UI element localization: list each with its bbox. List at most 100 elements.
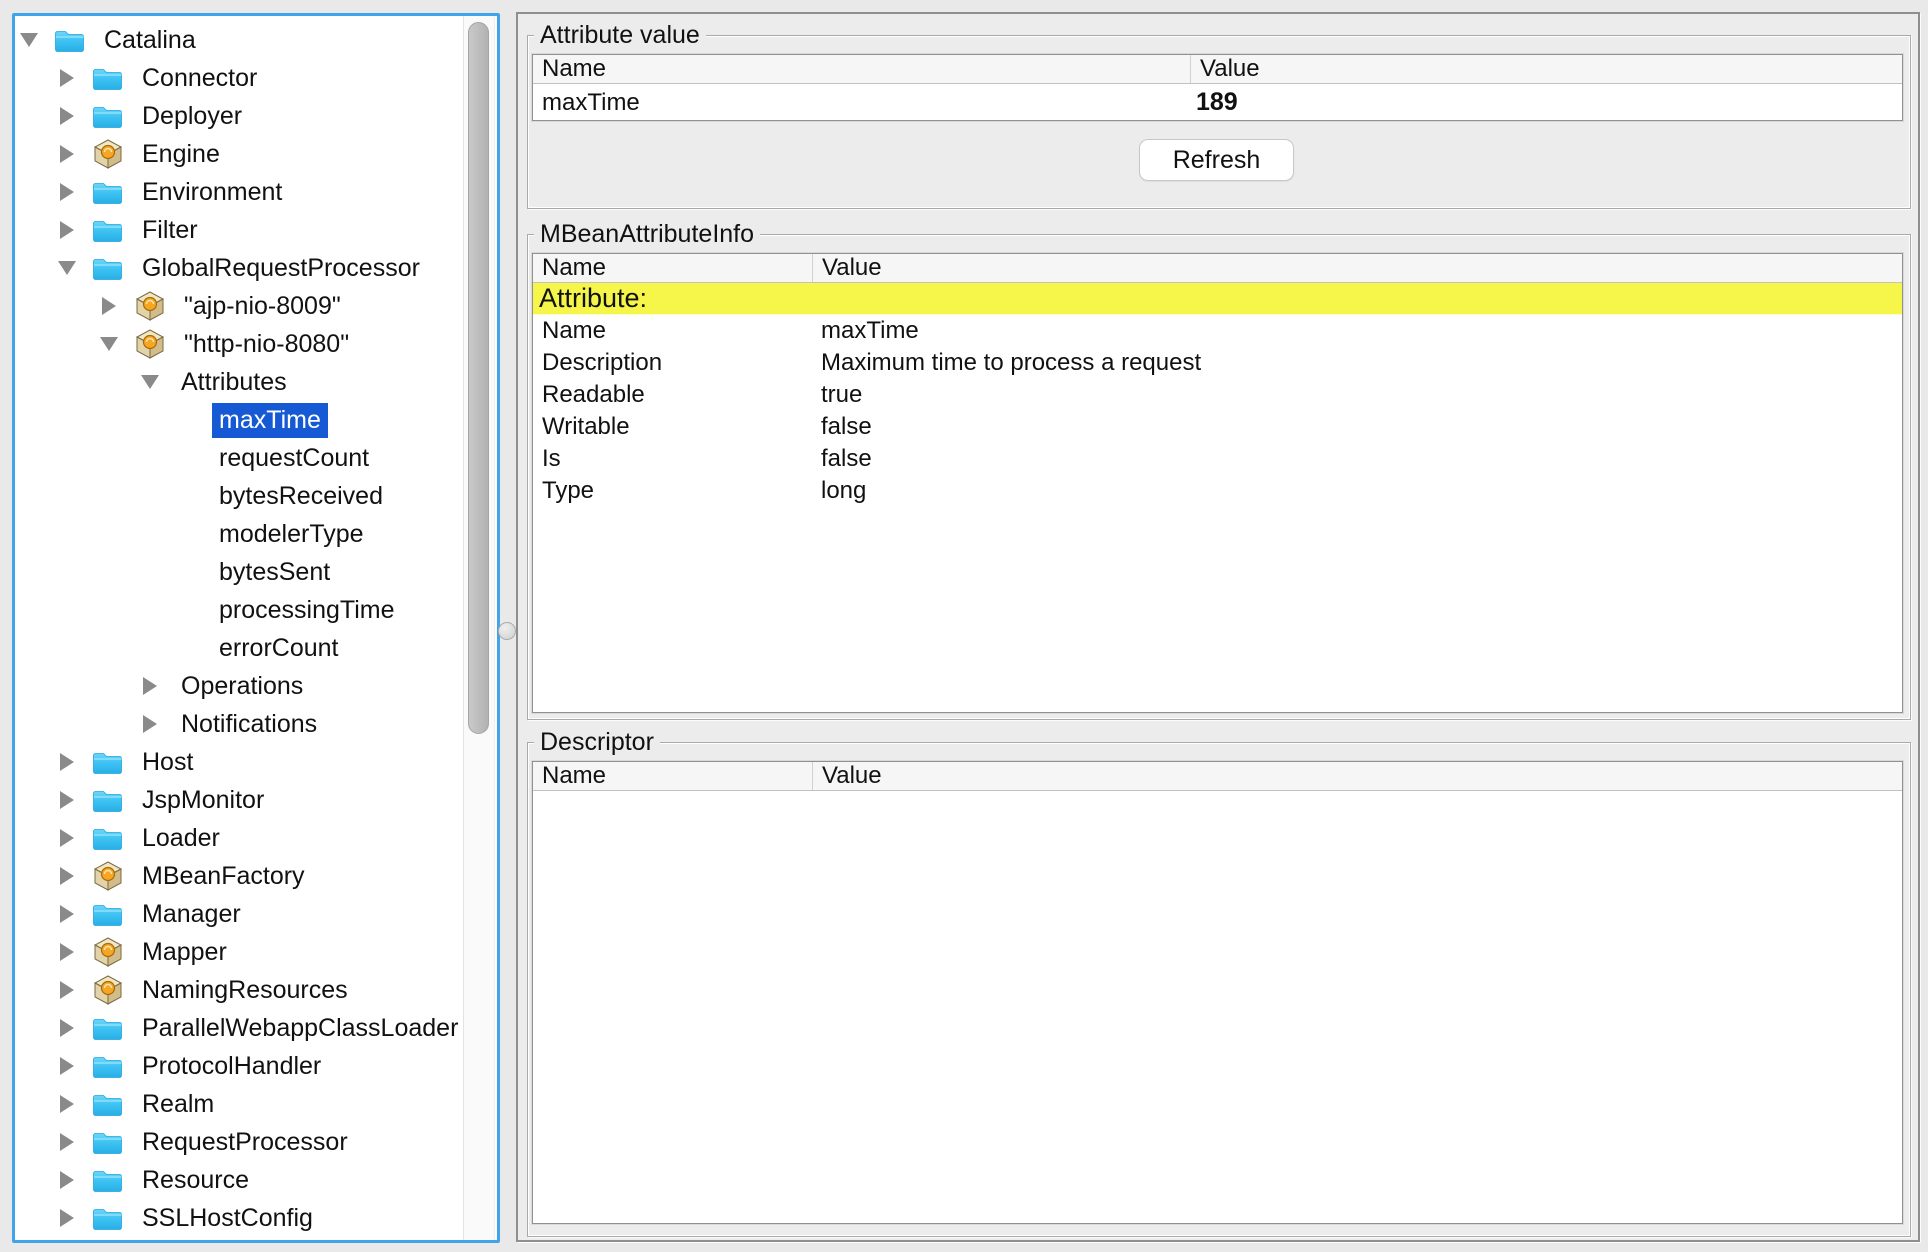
tree-item-label[interactable]: Mapper — [135, 935, 234, 970]
tree-expander-collapsed-icon[interactable] — [55, 1133, 79, 1151]
tree-item-bytesreceived[interactable]: bytesReceived — [15, 477, 463, 515]
tree-item-errorcount[interactable]: errorCount — [15, 629, 463, 667]
tree-item-label[interactable]: Realm — [135, 1087, 221, 1122]
tree-expander-collapsed-icon[interactable] — [55, 791, 79, 809]
tree-expander-collapsed-icon[interactable] — [55, 145, 79, 163]
tree-item-label[interactable]: ProtocolHandler — [135, 1049, 328, 1084]
tree-item-catalina[interactable]: Catalina — [15, 21, 463, 59]
tree-item-label[interactable]: "ajp-nio-8009" — [177, 289, 348, 324]
tree-expander-collapsed-icon[interactable] — [55, 1171, 79, 1189]
highlighted-row-name-cell[interactable]: Attribute: — [533, 283, 813, 314]
value-cell[interactable]: false — [813, 443, 1902, 475]
tree-expander-collapsed-icon[interactable] — [55, 753, 79, 771]
tree-item-namingresources[interactable]: NamingResources — [15, 971, 463, 1009]
tree-item-processingtime[interactable]: processingTime — [15, 591, 463, 629]
tree-scrollbar[interactable] — [463, 16, 495, 1240]
tree-item-resource[interactable]: Resource — [15, 1161, 463, 1199]
tree-expander-collapsed-icon[interactable] — [138, 677, 162, 695]
tree-item-label[interactable]: "http-nio-8080" — [177, 327, 356, 362]
tree-item-bytessent[interactable]: bytesSent — [15, 553, 463, 591]
tree-item-attributes[interactable]: Attributes — [15, 363, 463, 401]
name-cell[interactable]: Is — [533, 443, 813, 475]
tree-item-http-nio-8080[interactable]: "http-nio-8080" — [15, 325, 463, 363]
tree-item-label[interactable]: Resource — [135, 1163, 256, 1198]
refresh-button[interactable]: Refresh — [1139, 139, 1294, 181]
tree-item-label[interactable]: requestCount — [212, 441, 376, 476]
tree-expander-collapsed-icon[interactable] — [55, 905, 79, 923]
tree-item-protocolhandler[interactable]: ProtocolHandler — [15, 1047, 463, 1085]
tree-item-label[interactable]: bytesSent — [212, 555, 337, 590]
tree-item-label[interactable]: Notifications — [174, 707, 324, 742]
tree-item-parallelwebappclassloader[interactable]: ParallelWebappClassLoader — [15, 1009, 463, 1047]
tree-item-label[interactable]: Attributes — [174, 365, 294, 400]
highlighted-attribute-row[interactable]: Attribute: — [533, 283, 1902, 315]
tree-item-label[interactable]: Manager — [135, 897, 248, 932]
highlighted-row-value-cell[interactable] — [813, 283, 1902, 314]
tree-item-label[interactable]: GlobalRequestProcessor — [135, 251, 427, 286]
name-cell[interactable]: Writable — [533, 411, 813, 443]
attribute-name-cell[interactable]: maxTime — [533, 84, 1191, 121]
tree-item-requestcount[interactable]: requestCount — [15, 439, 463, 477]
tree-expander-collapsed-icon[interactable] — [55, 107, 79, 125]
tree-item-loader[interactable]: Loader — [15, 819, 463, 857]
tree-item-requestprocessor[interactable]: RequestProcessor — [15, 1123, 463, 1161]
tree-expander-collapsed-icon[interactable] — [55, 183, 79, 201]
tree-expander-expanded-icon[interactable] — [17, 33, 41, 47]
tree-expander-expanded-icon[interactable] — [97, 337, 121, 351]
tree-item-realm[interactable]: Realm — [15, 1085, 463, 1123]
tree-item-connector[interactable]: Connector — [15, 59, 463, 97]
tree-item-mapper[interactable]: Mapper — [15, 933, 463, 971]
value-cell[interactable]: false — [813, 411, 1902, 443]
tree-item-operations[interactable]: Operations — [15, 667, 463, 705]
tree-item-label[interactable]: errorCount — [212, 631, 346, 666]
table-row[interactable]: Writablefalse — [533, 411, 1902, 443]
column-header-value[interactable]: Value — [1191, 55, 1902, 83]
column-header-name[interactable]: Name — [533, 254, 813, 282]
tree-expander-expanded-icon[interactable] — [55, 261, 79, 275]
tree-item-label[interactable]: Connector — [135, 61, 264, 96]
table-row[interactable]: Isfalse — [533, 443, 1902, 475]
tree-item-modelertype[interactable]: modelerType — [15, 515, 463, 553]
tree-item-mbeanfactory[interactable]: MBeanFactory — [15, 857, 463, 895]
tree-item-label[interactable]: Loader — [135, 821, 227, 856]
tree-item-label[interactable]: Filter — [135, 213, 205, 248]
tree-item-deployer[interactable]: Deployer — [15, 97, 463, 135]
tree-expander-expanded-icon[interactable] — [138, 375, 162, 389]
tree-item-host[interactable]: Host — [15, 743, 463, 781]
tree-expander-collapsed-icon[interactable] — [55, 1057, 79, 1075]
value-cell[interactable]: true — [813, 379, 1902, 411]
tree-scrollbar-thumb[interactable] — [468, 22, 489, 734]
tree-item-label[interactable]: SSLHostConfig — [135, 1201, 320, 1236]
name-cell[interactable]: Description — [533, 347, 813, 379]
value-cell[interactable]: maxTime — [813, 315, 1902, 347]
splitpane-divider-knob[interactable] — [498, 622, 516, 640]
tree-item-label[interactable]: RequestProcessor — [135, 1125, 355, 1160]
tree-item-label[interactable]: processingTime — [212, 593, 402, 628]
tree-expander-collapsed-icon[interactable] — [55, 981, 79, 999]
tree-item-engine[interactable]: Engine — [15, 135, 463, 173]
table-row[interactable]: Typelong — [533, 475, 1902, 507]
value-cell[interactable]: long — [813, 475, 1902, 507]
tree-expander-collapsed-icon[interactable] — [55, 221, 79, 239]
column-header-value[interactable]: Value — [813, 254, 1902, 282]
tree-item-label[interactable]: bytesReceived — [212, 479, 390, 514]
column-header-name[interactable]: Name — [533, 762, 813, 790]
tree-item-environment[interactable]: Environment — [15, 173, 463, 211]
table-row[interactable]: NamemaxTime — [533, 315, 1902, 347]
tree-item-label[interactable]: modelerType — [212, 517, 371, 552]
tree-item-label[interactable]: Host — [135, 745, 200, 780]
tree-expander-collapsed-icon[interactable] — [55, 1019, 79, 1037]
table-row[interactable]: maxTime 189 — [533, 84, 1902, 121]
tree-item-notifications[interactable]: Notifications — [15, 705, 463, 743]
tree-item-jspmonitor[interactable]: JspMonitor — [15, 781, 463, 819]
tree-expander-collapsed-icon[interactable] — [55, 943, 79, 961]
name-cell[interactable]: Readable — [533, 379, 813, 411]
tree-item-filter[interactable]: Filter — [15, 211, 463, 249]
tree-item-label[interactable]: Environment — [135, 175, 289, 210]
tree-item-maxtime[interactable]: maxTime — [15, 401, 463, 439]
name-cell[interactable]: Name — [533, 315, 813, 347]
tree-expander-collapsed-icon[interactable] — [97, 297, 121, 315]
tree-expander-collapsed-icon[interactable] — [55, 1209, 79, 1227]
table-row[interactable]: Readabletrue — [533, 379, 1902, 411]
table-row[interactable]: DescriptionMaximum time to process a req… — [533, 347, 1902, 379]
